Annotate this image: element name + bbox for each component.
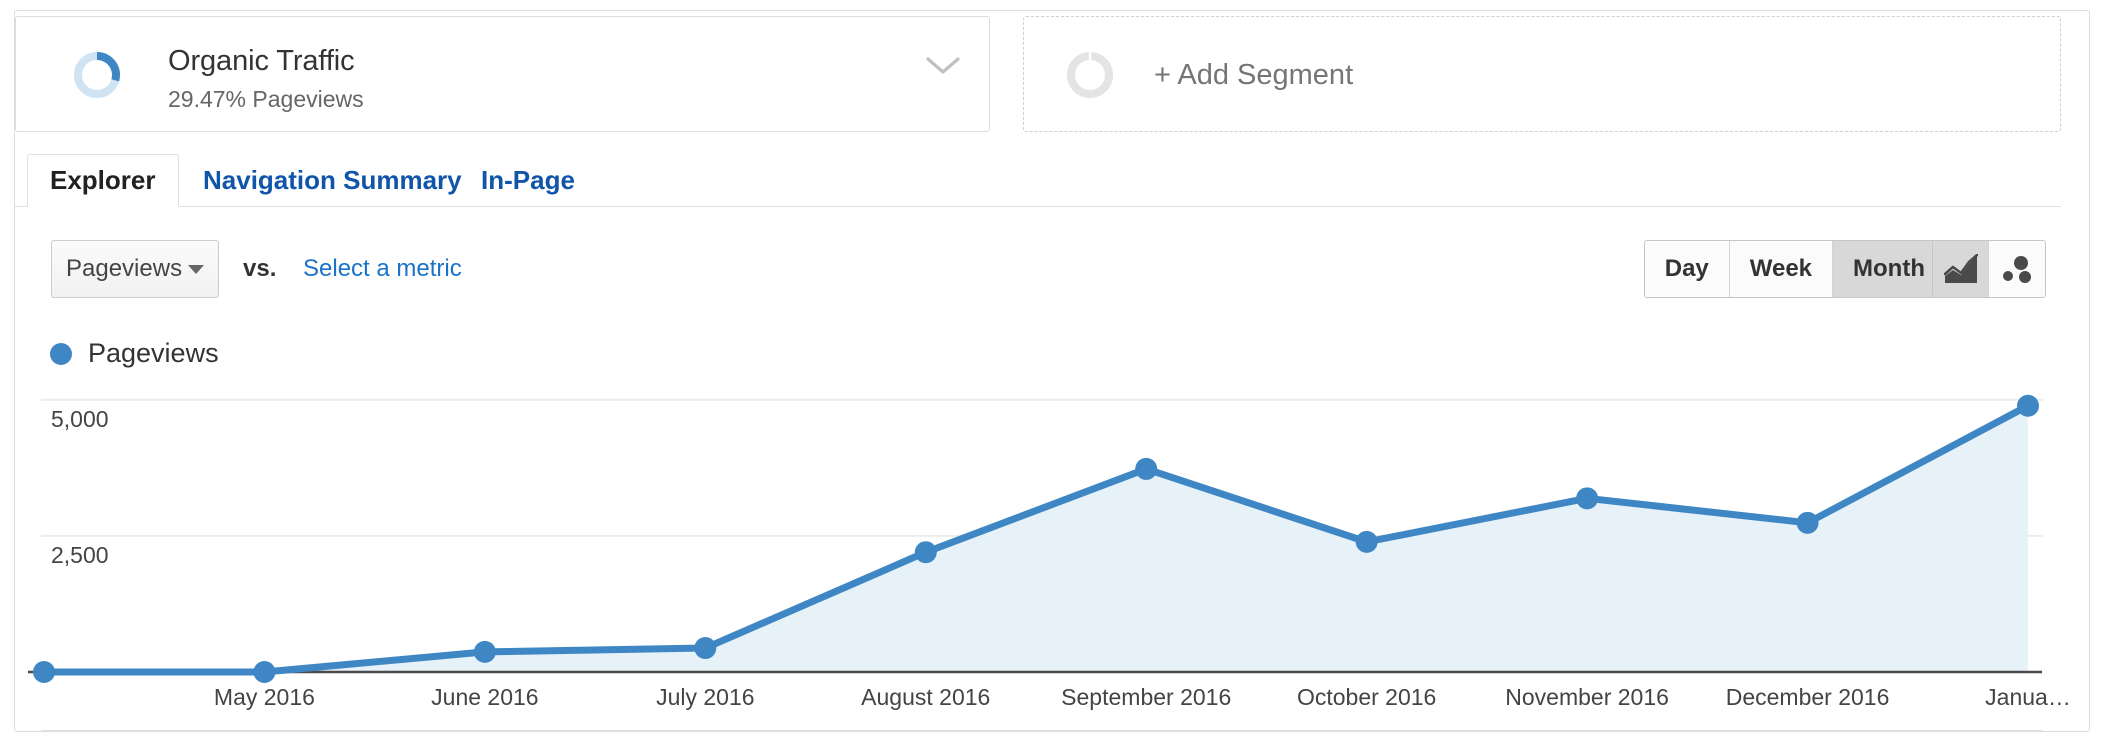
segment-subtitle: 29.47% Pageviews: [168, 86, 364, 112]
data-point[interactable]: [253, 661, 276, 683]
legend-color-dot: [50, 342, 72, 365]
x-axis-tick: June 2016: [431, 684, 539, 710]
segment-text: Organic Traffic 29.47% Pageviews: [168, 43, 364, 115]
tab-in-page-label: In-Page: [481, 165, 575, 195]
caret-down-icon: [188, 264, 204, 274]
visualization-toggle-group: [1932, 240, 2046, 298]
add-segment-button[interactable]: + Add Segment: [1023, 16, 2061, 132]
chart-legend: Pageviews: [50, 338, 219, 369]
data-point[interactable]: [1796, 511, 1819, 534]
granularity-toggle-group: Day Week Month: [1643, 240, 1946, 298]
data-point[interactable]: [473, 640, 496, 663]
data-point[interactable]: [2017, 394, 2039, 417]
segment-bar: Organic Traffic 29.47% Pageviews + Add S…: [15, 16, 2061, 132]
x-axis-tick: December 2016: [1725, 684, 1890, 710]
line-chart-icon[interactable]: [1933, 241, 1989, 297]
granularity-day-label: Day: [1664, 255, 1709, 282]
chart-bottom-rule: [41, 730, 2043, 731]
segment-card-organic-traffic[interactable]: Organic Traffic 29.47% Pageviews: [15, 16, 990, 132]
motion-chart-icon[interactable]: [1989, 241, 2045, 297]
tab-in-page[interactable]: In-Page: [459, 154, 597, 207]
data-point[interactable]: [914, 541, 937, 564]
chart-canvas: [28, 394, 2043, 683]
data-point[interactable]: [1135, 457, 1158, 480]
tab-bar: Explorer Navigation Summary In-Page: [15, 154, 2061, 207]
pageviews-line-chart[interactable]: 2,500 5,000 May 2016 June 2016 July 2016 Aug…: [15, 370, 2071, 731]
segment-donut-icon: [71, 49, 123, 101]
metric-select-dropdown[interactable]: Pageviews: [51, 240, 219, 298]
data-point[interactable]: [1355, 530, 1378, 553]
x-axis-tick: August 2016: [861, 684, 991, 710]
data-point[interactable]: [694, 637, 717, 660]
legend-label: Pageviews: [88, 338, 219, 368]
donut-outline-icon: [1064, 49, 1116, 101]
y-axis-tick: 2,500: [51, 541, 109, 568]
vs-label: vs.: [243, 255, 277, 282]
add-segment-label: + Add Segment: [1154, 58, 1354, 91]
granularity-day-button[interactable]: Day: [1644, 241, 1730, 297]
analytics-explorer-page: Organic Traffic 29.47% Pageviews + Add S…: [0, 0, 2104, 742]
tab-navigation-summary-label: Navigation Summary: [203, 165, 462, 195]
x-axis-tick: November 2016: [1505, 684, 1669, 710]
x-axis-tick: Janua…: [1985, 684, 2071, 710]
segment-name: Organic Traffic: [168, 45, 355, 77]
data-point[interactable]: [33, 661, 55, 683]
granularity-week-label: Week: [1749, 255, 1813, 282]
x-axis-tick: October 2016: [1296, 684, 1437, 710]
area-fill: [44, 405, 2028, 672]
tab-navigation-summary[interactable]: Navigation Summary: [181, 154, 484, 207]
select-a-metric-link[interactable]: Select a metric: [303, 240, 462, 298]
tab-explorer[interactable]: Explorer: [27, 154, 179, 207]
granularity-week-button[interactable]: Week: [1729, 241, 1834, 297]
tab-explorer-label: Explorer: [50, 165, 156, 195]
y-axis-tick: 5,000: [51, 405, 109, 432]
data-point[interactable]: [1576, 487, 1599, 510]
chevron-down-icon[interactable]: [925, 55, 961, 77]
controls-row: Pageviews vs. Select a metric Day Week M…: [15, 232, 2061, 308]
x-axis-tick: July 2016: [656, 684, 755, 710]
x-axis-tick: September 2016: [1061, 684, 1232, 710]
granularity-month-button[interactable]: Month: [1833, 241, 1945, 297]
granularity-month-label: Month: [1853, 255, 1925, 282]
metric-select-value: Pageviews: [66, 255, 183, 282]
x-axis-tick: May 2016: [213, 684, 315, 710]
